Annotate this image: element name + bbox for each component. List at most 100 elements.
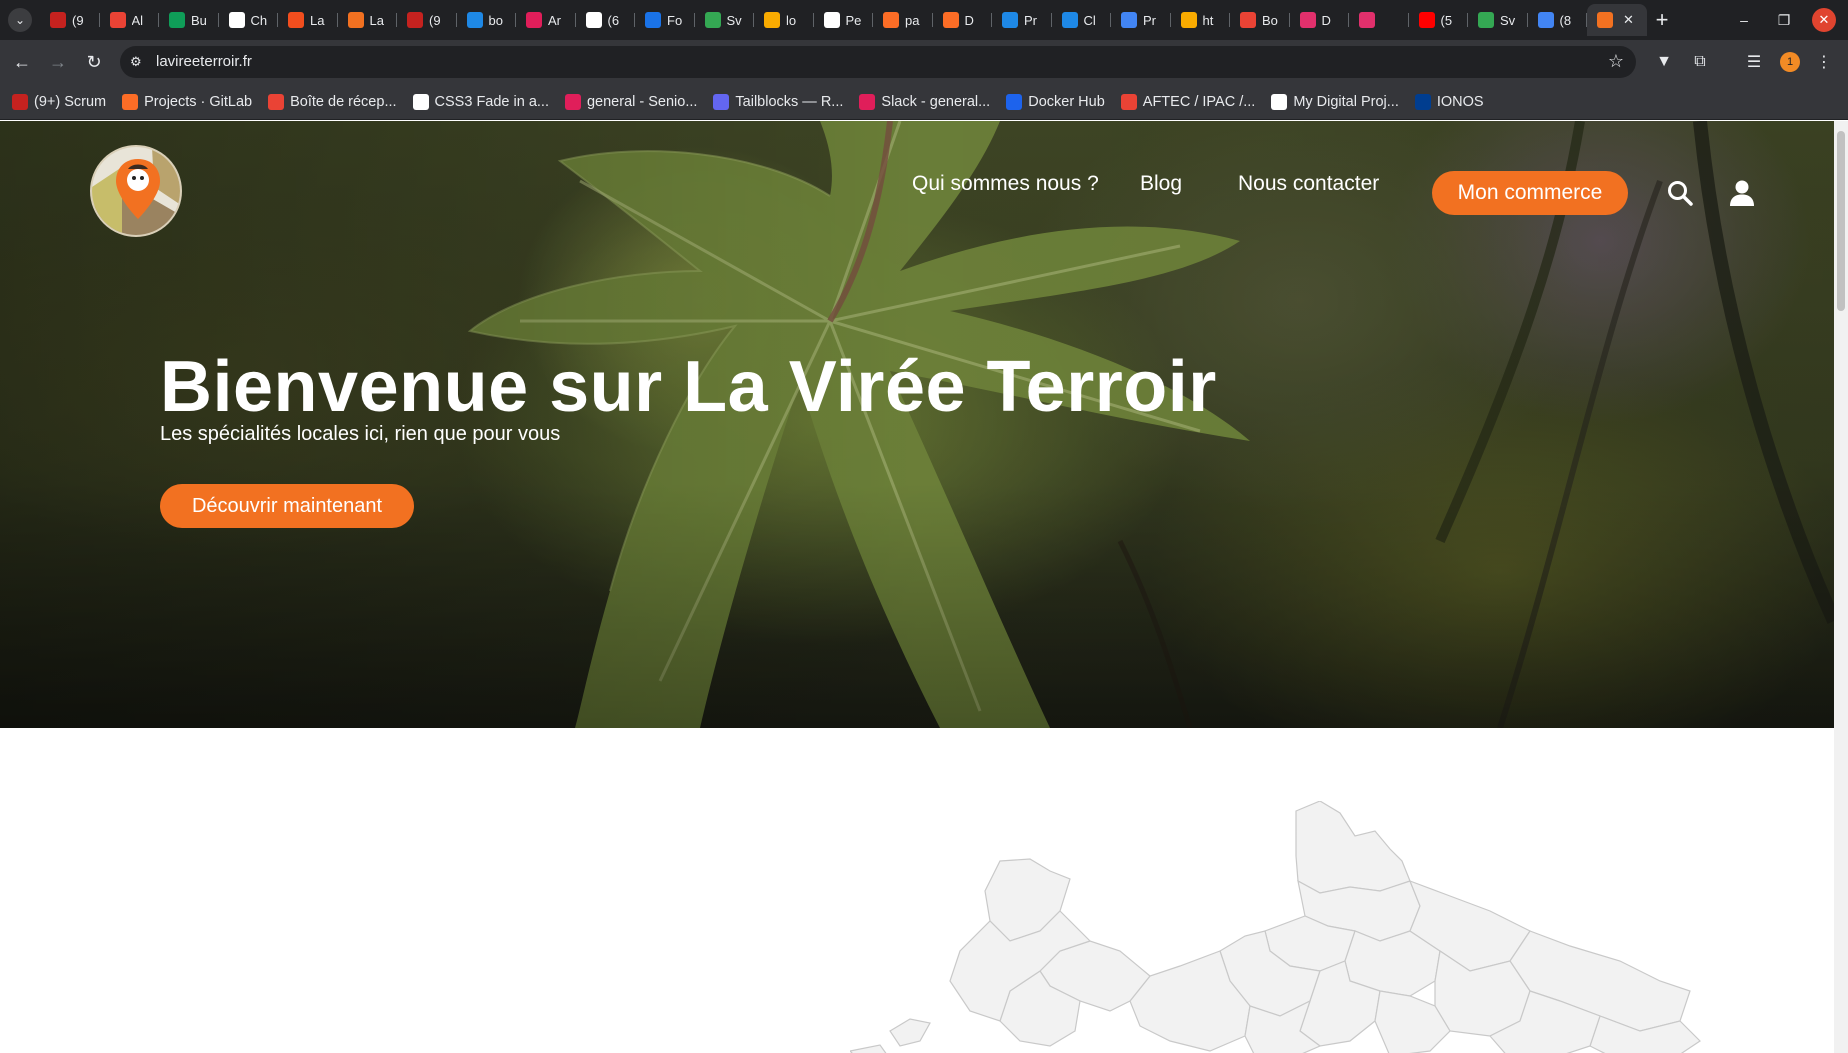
site-logo[interactable]: [90, 145, 182, 237]
tab-favicon-icon: [1478, 12, 1494, 28]
bookmark-favicon-icon: [1271, 93, 1288, 110]
tab-favicon-icon: [823, 12, 840, 28]
bookmark-label: My Digital Proj...: [1293, 93, 1399, 110]
tab-favicon-icon: [347, 12, 364, 28]
browser-tab[interactable]: Pr: [1111, 4, 1171, 36]
logo-pin-icon: [92, 147, 180, 235]
france-regions-map[interactable]: [850, 801, 1750, 1053]
tab-title: Pr: [1024, 12, 1037, 28]
browser-tab[interactable]: Al: [100, 4, 160, 36]
tab-favicon-icon: [1180, 12, 1197, 28]
tab-favicon-icon: [466, 12, 483, 28]
bookmark-item[interactable]: general - Senio...: [564, 93, 697, 110]
browser-tab[interactable]: [1349, 4, 1409, 36]
restore-icon[interactable]: ❐: [1770, 8, 1798, 32]
tab-title: (9: [72, 12, 84, 28]
tab-favicon-icon: [407, 12, 423, 28]
user-account-icon[interactable]: [1728, 179, 1756, 207]
tab-title: pa: [905, 12, 920, 28]
tab-favicon-icon: [288, 12, 304, 28]
bookmark-item[interactable]: (9+) Scrum: [12, 93, 106, 110]
browser-tab[interactable]: (9: [40, 4, 100, 36]
back-arrow-icon[interactable]: ←: [8, 48, 36, 76]
browser-tab[interactable]: Fo: [635, 4, 695, 36]
browser-tab[interactable]: lo: [754, 4, 814, 36]
reload-icon[interactable]: ↻: [80, 48, 108, 76]
browser-tab[interactable]: Cl: [1052, 4, 1112, 36]
bookmark-item[interactable]: Tailblocks — R...: [713, 93, 843, 110]
tab-favicon-icon: [1121, 12, 1137, 28]
bookmark-item[interactable]: My Digital Proj...: [1271, 93, 1399, 110]
tab-favicon-icon: [1597, 12, 1613, 28]
browser-tab[interactable]: (5: [1409, 4, 1469, 36]
browser-tab[interactable]: Bo: [1230, 4, 1290, 36]
bookmark-favicon-icon: [1006, 93, 1023, 110]
browser-tab[interactable]: La: [278, 4, 338, 36]
tab-title: La: [310, 12, 325, 28]
browser-tab[interactable]: ht: [1171, 4, 1231, 36]
close-window-icon[interactable]: ✕: [1812, 8, 1836, 32]
tab-favicon-icon: [704, 12, 721, 28]
tab-close-icon[interactable]: ✕: [1623, 12, 1634, 28]
browser-tab-active[interactable]: ✕: [1587, 4, 1647, 36]
minimize-icon[interactable]: –: [1730, 8, 1758, 32]
bookmark-item[interactable]: Docker Hub: [1006, 93, 1105, 110]
forward-arrow-icon[interactable]: →: [44, 48, 72, 76]
profile-avatar[interactable]: 1: [1780, 52, 1800, 72]
tab-title: D: [964, 12, 974, 28]
browser-tab[interactable]: Pr: [992, 4, 1052, 36]
browser-tab[interactable]: Sv: [1468, 4, 1528, 36]
nav-blog-link[interactable]: Blog: [1140, 162, 1182, 206]
new-tab-button[interactable]: +: [1648, 6, 1676, 34]
tab-title: bo: [488, 12, 503, 28]
tab-favicon-icon: [50, 12, 66, 28]
mon-commerce-button[interactable]: Mon commerce: [1432, 171, 1628, 215]
browser-tab[interactable]: D: [1290, 4, 1350, 36]
address-bar[interactable]: ⚙ lavireeterroir.fr ☆: [120, 46, 1636, 78]
scrollbar-thumb[interactable]: [1837, 131, 1845, 311]
browser-tab[interactable]: Ch: [219, 4, 279, 36]
hero-subtitle: Les spécialités locales ici, rien que po…: [160, 423, 561, 445]
browser-tab[interactable]: (9: [397, 4, 457, 36]
nav-about-link[interactable]: Qui sommes nous ?: [912, 162, 1099, 206]
nav-contact-link[interactable]: Nous contacter: [1238, 162, 1379, 206]
browser-tab[interactable]: (6: [576, 4, 636, 36]
bookmark-item[interactable]: CSS3 Fade in a...: [412, 93, 549, 110]
tab-title: Sv: [726, 12, 742, 28]
browser-tab[interactable]: La: [338, 4, 398, 36]
tab-title: Sv: [1500, 12, 1516, 28]
browser-tab[interactable]: Pe: [814, 4, 874, 36]
page-scrollbar[interactable]: [1834, 121, 1848, 1053]
bookmark-item[interactable]: Slack - general...: [859, 93, 990, 110]
tab-title: lo: [786, 12, 797, 28]
browser-tab[interactable]: D: [933, 4, 993, 36]
browser-tab[interactable]: Sv: [695, 4, 755, 36]
search-icon[interactable]: [1666, 179, 1694, 207]
browser-tab[interactable]: (8: [1528, 4, 1588, 36]
address-url[interactable]: lavireeterroir.fr: [156, 53, 252, 70]
discover-now-button[interactable]: Découvrir maintenant: [160, 484, 414, 528]
site-settings-icon[interactable]: ⚙: [130, 54, 142, 70]
media-queue-icon[interactable]: ☰: [1742, 50, 1766, 74]
menu-kebab-icon[interactable]: ⋮: [1812, 50, 1836, 74]
bookmark-item[interactable]: Boîte de récep...: [268, 93, 397, 110]
browser-tab[interactable]: pa: [873, 4, 933, 36]
tab-search-chevron-icon[interactable]: ⌄: [8, 8, 32, 32]
bookmark-label: Projects · GitLab: [144, 93, 253, 110]
extension-vue-icon[interactable]: ▼: [1652, 50, 1676, 74]
bookmark-favicon-icon: [1414, 93, 1431, 110]
browser-tab[interactable]: bo: [457, 4, 517, 36]
extensions-puzzle-icon[interactable]: ⧉: [1688, 50, 1712, 74]
bookmark-star-icon[interactable]: ☆: [1608, 51, 1624, 72]
tab-title: Ar: [548, 12, 561, 28]
bookmark-item[interactable]: IONOS: [1414, 93, 1484, 110]
bookmark-item[interactable]: Projects · GitLab: [122, 93, 253, 110]
browser-tab[interactable]: Ar: [516, 4, 576, 36]
bookmark-favicon-icon: [122, 93, 139, 110]
bookmark-item[interactable]: AFTEC / IPAC /...: [1120, 93, 1255, 110]
browser-tab[interactable]: Bu: [159, 4, 219, 36]
bookmark-favicon-icon: [412, 93, 429, 110]
tab-title: ht: [1202, 12, 1214, 28]
map-region: [850, 1044, 887, 1053]
bookmark-label: CSS3 Fade in a...: [434, 93, 549, 110]
